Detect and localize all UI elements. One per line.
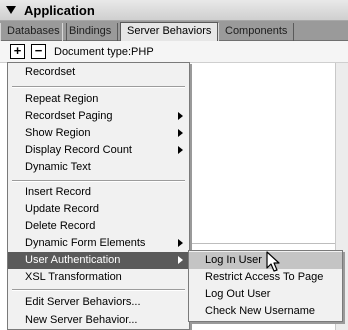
mouse-cursor-icon xyxy=(266,251,280,272)
tab-components[interactable]: Components xyxy=(218,23,295,41)
menu-separator xyxy=(12,180,185,182)
menu-item-new-server-behavior[interactable]: New Server Behavior... xyxy=(8,312,189,329)
menu-item-label: Dynamic Form Elements xyxy=(25,237,146,249)
document-type-label: Document type:PHP xyxy=(54,46,154,58)
panel-divider xyxy=(191,243,348,244)
submenu-item-label: Restrict Access To Page xyxy=(205,271,324,283)
panel-tab-strip: Databases Bindings Server Behaviors Comp… xyxy=(0,21,348,42)
menu-item-dynamic-text[interactable]: Dynamic Text xyxy=(8,159,189,176)
menu-item-label: Edit Server Behaviors... xyxy=(25,296,141,308)
submenu-arrow-icon xyxy=(178,146,183,154)
menu-item-edit-server-behaviors[interactable]: Edit Server Behaviors... xyxy=(8,294,189,311)
menu-item-label: New Server Behavior... xyxy=(25,314,138,326)
menu-item-label: XSL Transformation xyxy=(25,271,122,283)
submenu-item-check-new-username[interactable]: Check New Username xyxy=(189,303,342,320)
collapse-arrow-icon[interactable] xyxy=(6,6,16,14)
tab-server-behaviors[interactable]: Server Behaviors xyxy=(120,22,219,42)
menu-item-recordset-paging[interactable]: Recordset Paging xyxy=(8,108,189,125)
menu-item-label: Recordset Paging xyxy=(25,110,113,122)
menu-item-show-region[interactable]: Show Region xyxy=(8,125,189,142)
menu-item-label: User Authentication xyxy=(25,254,121,266)
submenu-item-label: Log In User xyxy=(205,254,262,266)
panel-title: Application xyxy=(24,3,95,18)
menu-item-label: Dynamic Text xyxy=(25,161,91,173)
menu-item-dynamic-form-elements[interactable]: Dynamic Form Elements xyxy=(8,235,189,252)
submenu-item-label: Log Out User xyxy=(205,288,271,300)
submenu-arrow-icon xyxy=(178,256,183,264)
server-behaviors-menu: Recordset Repeat Region Recordset Paging… xyxy=(7,62,190,330)
panel-title-bar[interactable]: Application xyxy=(0,0,348,21)
menu-item-recordset[interactable]: Recordset xyxy=(8,64,189,81)
panel-divider xyxy=(191,322,348,323)
submenu-item-label: Check New Username xyxy=(205,305,316,317)
menu-item-label: Repeat Region xyxy=(25,93,99,105)
menu-item-label: Show Region xyxy=(25,127,91,139)
tab-databases[interactable]: Databases xyxy=(0,23,67,41)
remove-behavior-button[interactable]: − xyxy=(31,44,46,59)
submenu-item-log-out-user[interactable]: Log Out User xyxy=(189,286,342,303)
menu-item-delete-record[interactable]: Delete Record xyxy=(8,218,189,235)
tab-bindings[interactable]: Bindings xyxy=(62,23,119,41)
menu-item-label: Insert Record xyxy=(25,186,92,198)
menu-item-label: Delete Record xyxy=(25,220,96,232)
menu-item-xsl-transformation[interactable]: XSL Transformation xyxy=(8,269,189,286)
server-behaviors-toolbar: + − Document type:PHP xyxy=(0,41,348,63)
submenu-arrow-icon xyxy=(178,239,183,247)
menu-item-display-record-count[interactable]: Display Record Count xyxy=(8,142,189,159)
submenu-arrow-icon xyxy=(178,112,183,120)
add-behavior-button[interactable]: + xyxy=(10,44,25,59)
menu-item-label: Update Record xyxy=(25,203,99,215)
menu-item-label: Display Record Count xyxy=(25,144,132,156)
menu-item-user-authentication[interactable]: User Authentication xyxy=(8,252,189,269)
menu-item-update-record[interactable]: Update Record xyxy=(8,201,189,218)
menu-separator xyxy=(12,86,185,88)
menu-item-label: Recordset xyxy=(25,66,76,78)
menu-separator xyxy=(12,289,185,291)
menu-item-insert-record[interactable]: Insert Record xyxy=(8,184,189,201)
menu-item-repeat-region[interactable]: Repeat Region xyxy=(8,91,189,108)
submenu-arrow-icon xyxy=(178,129,183,137)
